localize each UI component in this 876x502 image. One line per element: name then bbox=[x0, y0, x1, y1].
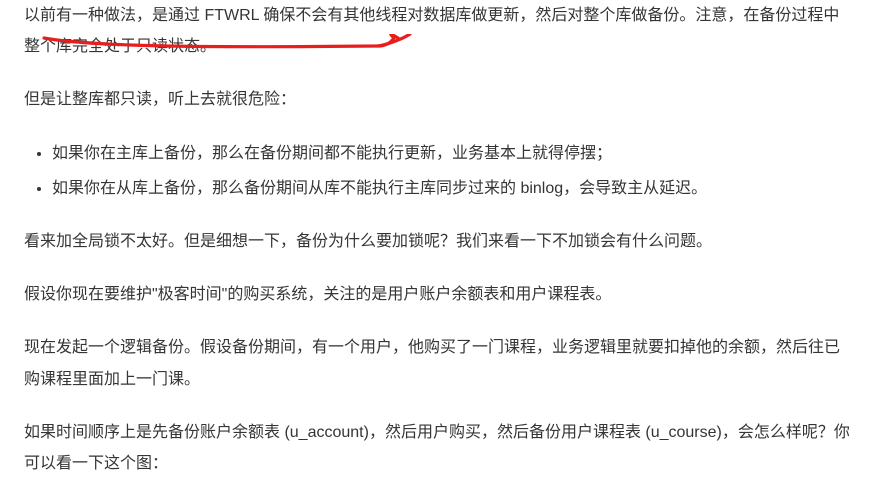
paragraph-1-wrapper: 以前有一种做法，是通过 FTWRL 确保不会有其他线程对数据库做更新，然后对整个… bbox=[24, 0, 852, 62]
paragraph-5: 现在发起一个逻辑备份。假设备份期间，有一个用户，他购买了一门课程，业务逻辑里就要… bbox=[24, 332, 852, 394]
list-item: 如果你在主库上备份，那么在备份期间都不能执行更新，业务基本上就得停摆； bbox=[52, 138, 852, 169]
paragraph-6: 如果时间顺序上是先备份账户余额表 (u_account)，然后用户购买，然后备份… bbox=[24, 417, 852, 479]
bullet-list: 如果你在主库上备份，那么在备份期间都不能执行更新，业务基本上就得停摆； 如果你在… bbox=[24, 138, 852, 204]
list-item: 如果你在从库上备份，那么备份期间从库不能执行主库同步过来的 binlog，会导致… bbox=[52, 173, 852, 204]
paragraph-1: 以前有一种做法，是通过 FTWRL 确保不会有其他线程对数据库做更新，然后对整个… bbox=[24, 0, 852, 62]
document-body: 以前有一种做法，是通过 FTWRL 确保不会有其他线程对数据库做更新，然后对整个… bbox=[0, 0, 876, 491]
paragraph-2: 但是让整库都只读，听上去就很危险： bbox=[24, 84, 852, 115]
paragraph-3: 看来加全局锁不太好。但是细想一下，备份为什么要加锁呢？我们来看一下不加锁会有什么… bbox=[24, 226, 852, 257]
paragraph-4: 假设你现在要维护"极客时间"的购买系统，关注的是用户账户余额表和用户课程表。 bbox=[24, 279, 852, 310]
